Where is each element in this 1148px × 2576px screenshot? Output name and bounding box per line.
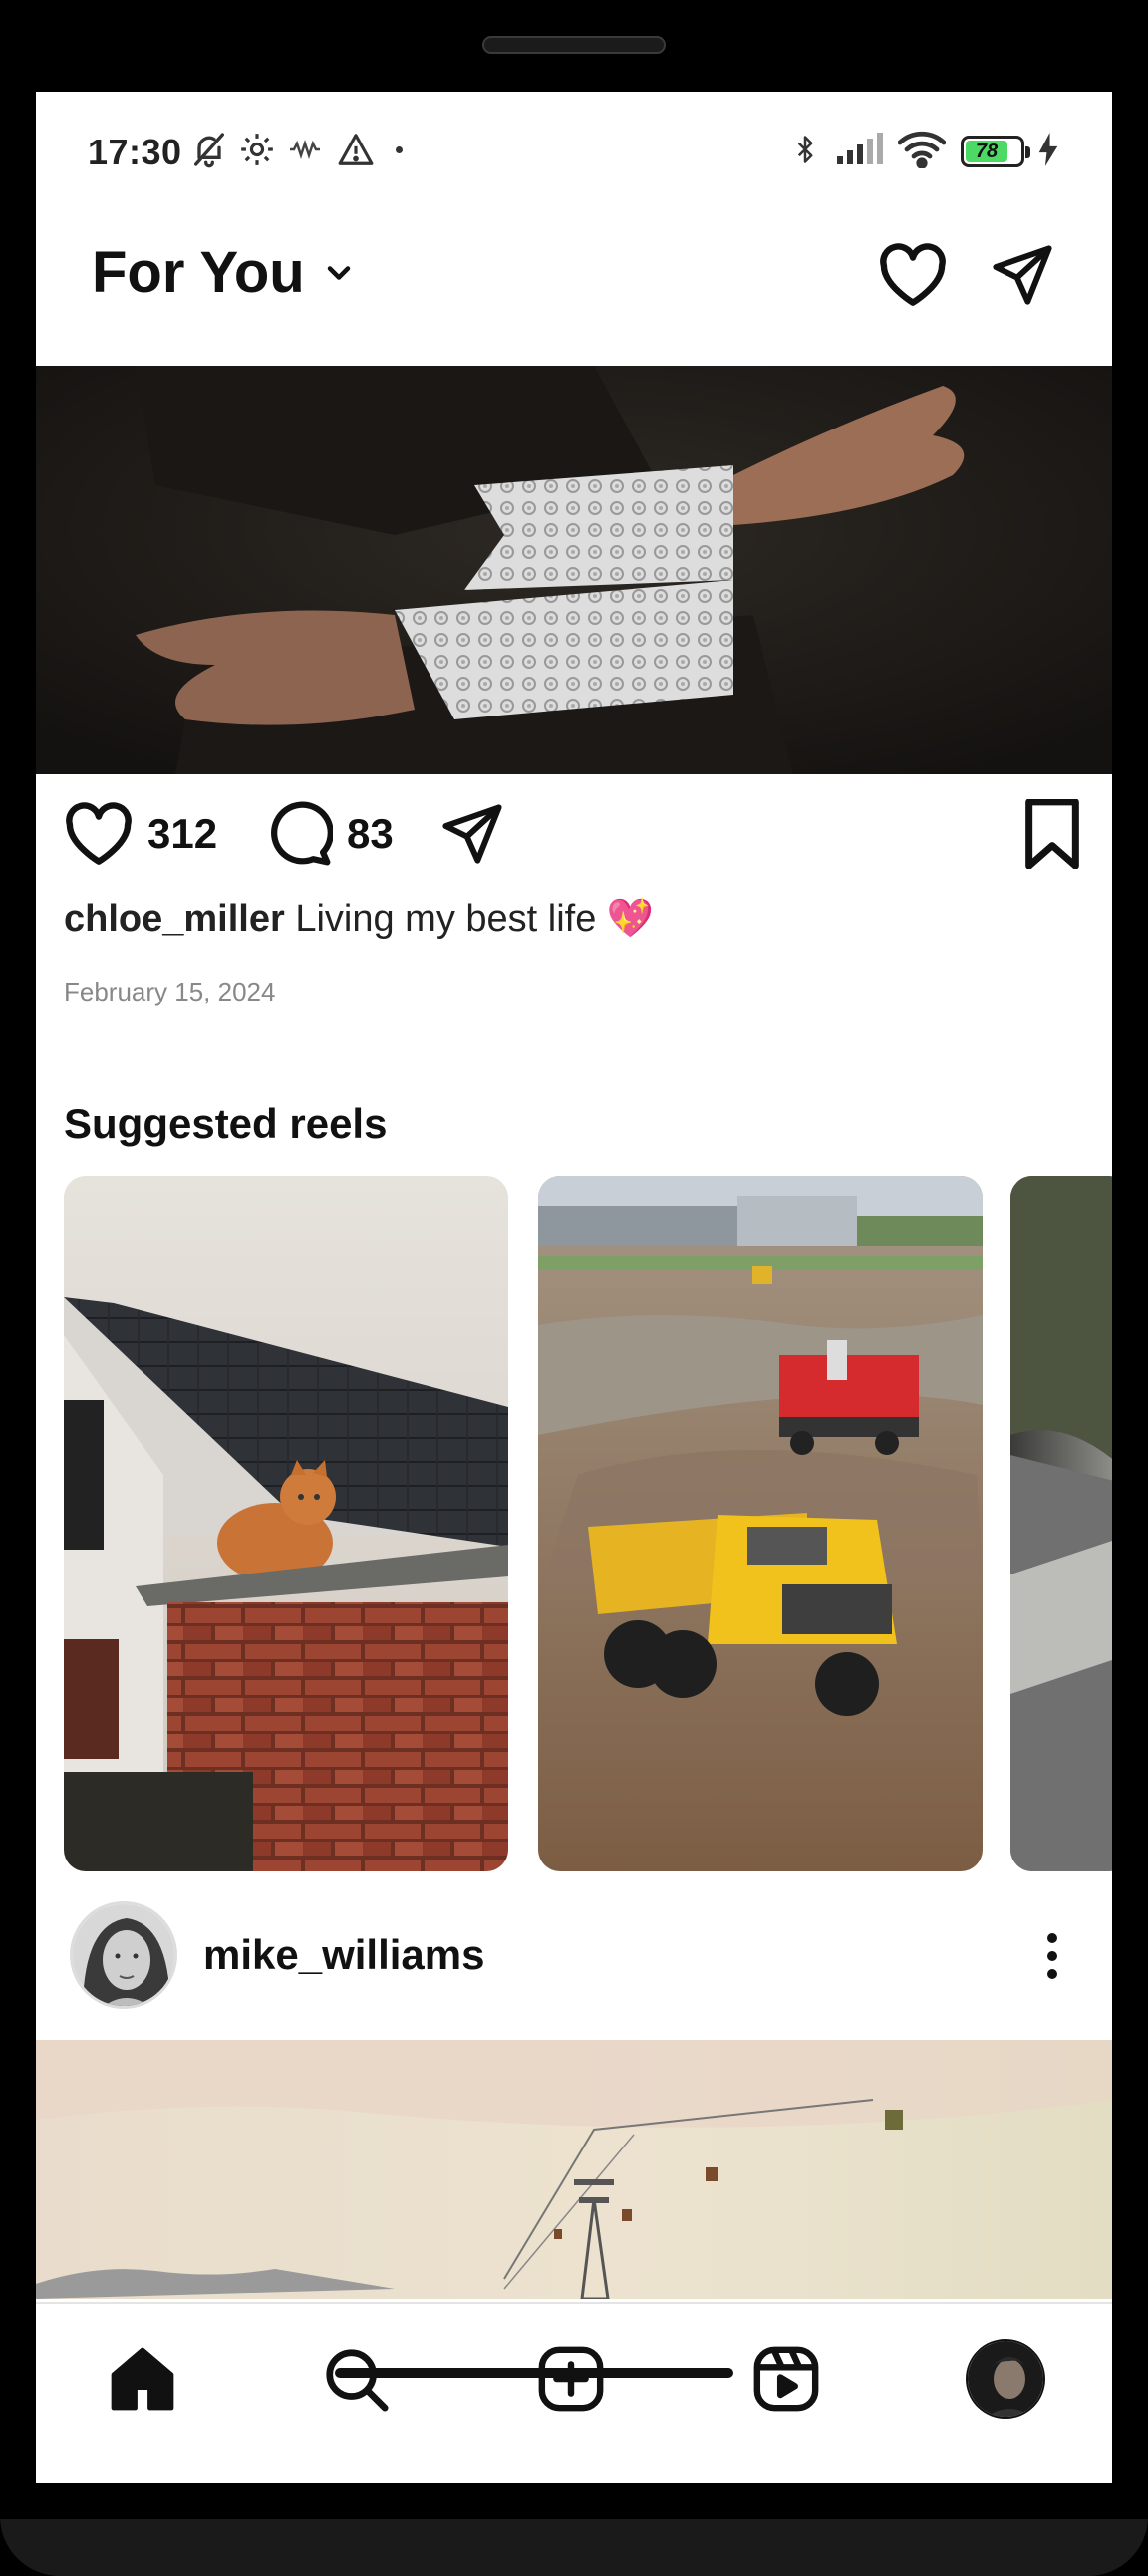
nav-create[interactable] (526, 2334, 616, 2424)
settings-icon (235, 128, 279, 171)
bluetooth-icon (785, 128, 825, 171)
battery-level: 78 (966, 141, 1008, 162)
chevron-down-icon (327, 265, 350, 280)
home-indicator[interactable] (335, 2368, 733, 2378)
post-header: mike_williams (36, 1901, 1112, 2021)
status-bar: 17:30 78 (36, 92, 1112, 211)
phone-chin (0, 2519, 1148, 2576)
nav-profile[interactable] (961, 2334, 1050, 2424)
comment-button[interactable]: 83 (265, 789, 394, 879)
save-button[interactable] (1020, 789, 1084, 879)
post-username[interactable]: mike_williams (203, 1931, 485, 1979)
more-dot (1047, 1969, 1057, 1979)
comment-count: 83 (347, 810, 394, 857)
post-image[interactable] (36, 2040, 1112, 2299)
feed-selector[interactable]: For You (92, 239, 357, 306)
post-caption: chloe_miller Living my best life 💖 (64, 897, 654, 941)
share-button[interactable] (438, 789, 506, 879)
post-actions: 312 83 (36, 789, 1112, 879)
avatar[interactable] (70, 1901, 177, 2009)
speaker-grille (482, 36, 666, 54)
more-dot (1047, 1933, 1057, 1943)
bell-muted-icon (187, 128, 231, 171)
post-date: February 15, 2024 (64, 977, 276, 1006)
notifications-button[interactable] (873, 235, 953, 315)
post-caption-text: Living my best life 💖 (295, 898, 655, 940)
send-icon (442, 804, 502, 864)
post-image[interactable] (36, 366, 1112, 774)
bookmark-icon (1025, 799, 1079, 869)
charging-icon (1034, 128, 1062, 171)
screen: 17:30 78 For You 312 83 chloe_miller Liv… (36, 92, 1112, 2483)
phone-frame: 17:30 78 For You 312 83 chloe_miller Liv… (0, 0, 1148, 2576)
wifi-icon (895, 128, 949, 171)
home-icon (111, 2347, 174, 2411)
heart-icon (66, 802, 132, 865)
profile-avatar (966, 2339, 1045, 2419)
more-options-button[interactable] (1022, 1921, 1082, 1991)
nav-reels[interactable] (741, 2334, 831, 2424)
bottom-nav (36, 2302, 1112, 2483)
heart-icon (880, 243, 946, 306)
more-dot (1047, 1951, 1057, 1961)
nav-home[interactable] (98, 2334, 187, 2424)
comment-icon (271, 801, 333, 866)
send-icon (993, 245, 1052, 305)
suggested-reels-title: Suggested reels (64, 1100, 388, 1147)
like-button[interactable]: 312 (64, 789, 217, 879)
like-count: 312 (147, 810, 218, 857)
reel-thumbnail[interactable] (64, 1176, 508, 1871)
warning-icon (333, 128, 379, 171)
nav-search[interactable] (311, 2334, 401, 2424)
vibrate-icon (285, 128, 325, 171)
post-username[interactable]: chloe_miller (64, 898, 285, 940)
direct-messages-button[interactable] (983, 235, 1062, 315)
feed-title: For You (92, 240, 305, 305)
dot-icon (393, 128, 405, 171)
reel-thumbnail[interactable] (1010, 1176, 1112, 1871)
search-icon (326, 2349, 389, 2412)
battery-icon: 78 (961, 136, 1030, 167)
reels-icon (753, 2346, 819, 2412)
signal-icon (833, 128, 887, 171)
add-post-icon (538, 2346, 604, 2412)
status-time: 17:30 (88, 132, 182, 172)
reel-thumbnail[interactable] (538, 1176, 983, 1871)
